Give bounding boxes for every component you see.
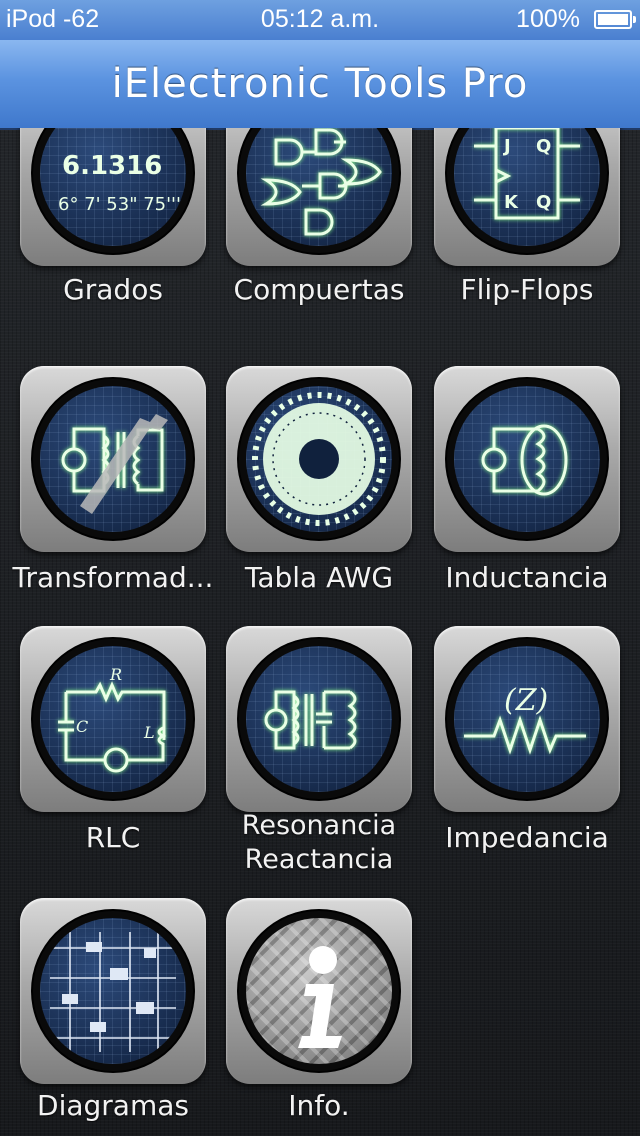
ff-qbar-label: Q: [536, 192, 551, 213]
tile-label: Tabla AWG: [244, 562, 394, 594]
ff-j-label: J: [502, 136, 511, 157]
tile-label: Flip-Flops: [460, 274, 594, 306]
tile-label: Info.: [288, 1090, 350, 1122]
tile-icon-box[interactable]: J Q K Q: [434, 128, 620, 266]
tile-icon-box[interactable]: [434, 366, 620, 552]
navigation-bar: iElectronic Tools Pro: [0, 40, 640, 130]
tile-icon-box[interactable]: [226, 128, 412, 266]
degrees-decimal: 6.1316: [62, 151, 162, 181]
rlc-circuit-icon: R C L: [58, 665, 167, 773]
tile-icon-box[interactable]: [20, 898, 206, 1084]
tile-icon-box[interactable]: [226, 626, 412, 812]
diagram-icon: [50, 932, 176, 1052]
tile-icon-box[interactable]: (Z): [434, 626, 620, 812]
tile-label: Transformad...: [12, 562, 214, 594]
info-icon: [298, 946, 342, 1048]
tile-icon-box[interactable]: 6.1316 6° 7' 53" 75''': [20, 128, 206, 266]
logic-gates-icon: [260, 128, 382, 236]
flip-flop-icon: J Q K Q: [474, 128, 580, 220]
awg-gauge-icon: [252, 392, 386, 526]
tile-label: RLC: [85, 822, 141, 854]
degrees-dms: 6° 7' 53" 75''': [58, 194, 181, 215]
ff-k-label: K: [504, 192, 519, 213]
ff-q-label: Q: [536, 136, 551, 157]
rlc-r-label: R: [109, 665, 122, 684]
battery-percent: 100%: [516, 5, 580, 33]
tile-label: Diagramas: [37, 1090, 189, 1122]
tile-label-line-2: Reactancia: [244, 844, 394, 875]
tile-label: Grados: [63, 274, 163, 306]
impedance-z-label: (Z): [504, 683, 548, 718]
status-bar: iPod -62 05:12 a.m. 100%: [0, 0, 640, 40]
tool-grid: 6.1316 6° 7' 53" 75''' Grados Compuertas…: [0, 128, 640, 1136]
tile-label-line-1: Resonancia: [241, 810, 397, 841]
tile-label: Compuertas: [233, 274, 405, 306]
rlc-l-label: L: [143, 723, 155, 742]
tile-icon-box[interactable]: R C L: [20, 626, 206, 812]
impedance-icon: (Z): [464, 683, 586, 755]
resonance-icon: [264, 690, 357, 750]
transformer-icon: [61, 414, 168, 514]
tile-label: Impedancia: [445, 822, 609, 854]
battery-icon: [594, 10, 636, 29]
inductor-icon: [481, 424, 568, 496]
tile-icon-box[interactable]: [226, 366, 412, 552]
tile-icon-box[interactable]: [20, 366, 206, 552]
rlc-c-label: C: [76, 717, 88, 736]
page-title: iElectronic Tools Pro: [111, 61, 529, 107]
tile-label: Inductancia: [445, 562, 609, 594]
degrees-icon: 6.1316 6° 7' 53" 75''': [58, 151, 181, 215]
tile-icon-box[interactable]: [226, 898, 412, 1084]
